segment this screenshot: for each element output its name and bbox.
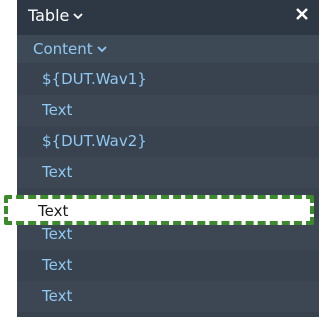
- list-item[interactable]: Text: [17, 281, 319, 312]
- content-list: ${DUT.Wav1} Text ${DUT.Wav2} Text Text T…: [17, 64, 319, 312]
- table-properties-panel: Table Content ${DUT.Wav1} Text ${DUT.Wav…: [17, 0, 319, 317]
- panel-title: Table: [28, 6, 70, 25]
- list-item[interactable]: ${DUT.Wav2}: [17, 126, 319, 157]
- section-title: Content: [33, 40, 93, 58]
- list-item-label: Text: [42, 256, 73, 274]
- list-item[interactable]: Text: [17, 157, 319, 188]
- chevron-down-icon: [97, 46, 107, 53]
- content-section-header[interactable]: Content: [17, 35, 319, 63]
- list-item[interactable]: ${DUT.Wav1}: [17, 64, 319, 95]
- list-item-label: ${DUT.Wav2}: [42, 132, 147, 150]
- chevron-down-icon: [73, 13, 84, 20]
- selected-item-label: Text: [38, 202, 69, 220]
- list-item-label: Text: [42, 163, 73, 181]
- list-item[interactable]: Text: [17, 250, 319, 281]
- list-item-label: Text: [42, 101, 73, 119]
- content-dropdown[interactable]: Content: [33, 39, 107, 59]
- panel-header: Table: [17, 0, 319, 35]
- close-button[interactable]: [293, 5, 311, 23]
- list-item[interactable]: Text: [17, 95, 319, 126]
- close-icon: [296, 8, 308, 20]
- table-dropdown[interactable]: Table: [28, 5, 84, 27]
- list-item-label: ${DUT.Wav1}: [42, 70, 147, 88]
- list-item-label: Text: [42, 225, 73, 243]
- list-item-label: Text: [42, 287, 73, 305]
